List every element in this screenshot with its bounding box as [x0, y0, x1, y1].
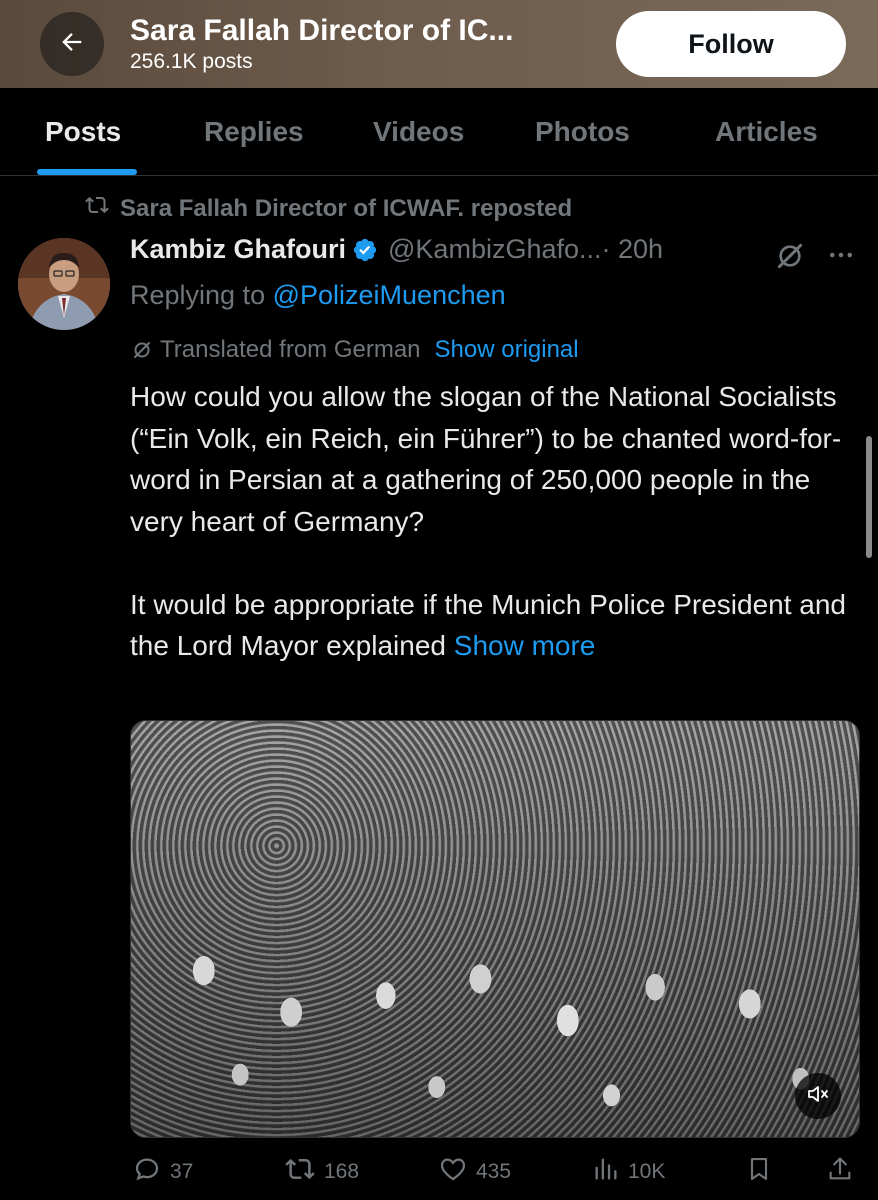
- author-row: Kambiz Ghafouri @KambizGhafo... · 20h: [130, 234, 663, 265]
- mute-button[interactable]: [795, 1073, 841, 1119]
- tabs-divider: [0, 175, 878, 176]
- views-button[interactable]: 10K: [592, 1154, 665, 1190]
- repost-icon: [84, 193, 110, 224]
- repost-text: Sara Fallah Director of ICWAF. reposted: [120, 194, 573, 222]
- like-button[interactable]: 435: [438, 1154, 511, 1190]
- heart-icon: [438, 1154, 468, 1190]
- profile-tabs: Posts Replies Videos Photos Articles: [0, 88, 878, 176]
- more-options-icon[interactable]: [826, 240, 856, 275]
- verified-badge-icon: [352, 237, 378, 263]
- post-video[interactable]: [130, 720, 860, 1138]
- post-text: How could you allow the slogan of the Na…: [130, 376, 860, 667]
- reply-button[interactable]: 37: [132, 1154, 193, 1190]
- author-handle[interactable]: @KambizGhafo...: [388, 234, 602, 265]
- post-actions-bar: 37 168 435 10K: [0, 1152, 878, 1192]
- translation-notice: Translated from German Show original: [130, 336, 579, 364]
- replying-to-line: Replying to @PolizeiMuenchen: [130, 280, 506, 311]
- repost-count: 168: [324, 1160, 360, 1183]
- profile-name-title: Sara Fallah Director of IC...: [130, 14, 514, 47]
- post-time[interactable]: · 20h: [602, 234, 664, 265]
- tab-articles[interactable]: Articles: [715, 116, 818, 148]
- profile-header: Sara Fallah Director of IC... 256.1K pos…: [0, 0, 878, 88]
- avatar[interactable]: [18, 238, 110, 330]
- translated-label: Translated from German: [160, 336, 421, 363]
- bookmark-button[interactable]: [745, 1154, 773, 1190]
- back-button[interactable]: [40, 12, 104, 76]
- post-paragraph-2: It would be appropriate if the Munich Po…: [130, 584, 860, 667]
- reply-count: 37: [170, 1160, 194, 1183]
- post-paragraph-1: How could you allow the slogan of the Na…: [130, 381, 842, 537]
- bookmark-icon: [745, 1154, 773, 1190]
- video-frame: [131, 721, 859, 1137]
- author-name[interactable]: Kambiz Ghafouri: [130, 234, 346, 265]
- arrow-left-icon: [58, 28, 86, 61]
- reply-icon: [132, 1154, 162, 1190]
- repost-action-icon: [284, 1154, 316, 1190]
- tab-photos[interactable]: Photos: [535, 116, 630, 148]
- tab-posts[interactable]: Posts: [45, 116, 121, 148]
- repost-indicator[interactable]: Sara Fallah Director of ICWAF. reposted: [84, 193, 572, 224]
- tab-videos[interactable]: Videos: [373, 116, 464, 148]
- view-count: 10K: [628, 1160, 666, 1183]
- replying-to-mention[interactable]: @PolizeiMuenchen: [273, 280, 506, 310]
- share-icon: [826, 1154, 854, 1190]
- share-button[interactable]: [826, 1154, 854, 1190]
- replying-prefix: Replying to: [130, 280, 266, 310]
- show-original-link[interactable]: Show original: [435, 336, 579, 364]
- post-count: 256.1K posts: [130, 50, 253, 73]
- scrollbar[interactable]: [866, 436, 872, 558]
- speaker-muted-icon: [806, 1082, 830, 1111]
- repost-button[interactable]: 168: [284, 1154, 359, 1190]
- bar-chart-icon: [592, 1154, 620, 1190]
- follow-button[interactable]: Follow: [616, 11, 846, 77]
- tab-replies[interactable]: Replies: [204, 116, 304, 148]
- grok-icon[interactable]: [774, 240, 806, 277]
- like-count: 435: [476, 1160, 512, 1183]
- show-more-link[interactable]: Show more: [454, 630, 596, 661]
- translate-icon: [130, 338, 154, 362]
